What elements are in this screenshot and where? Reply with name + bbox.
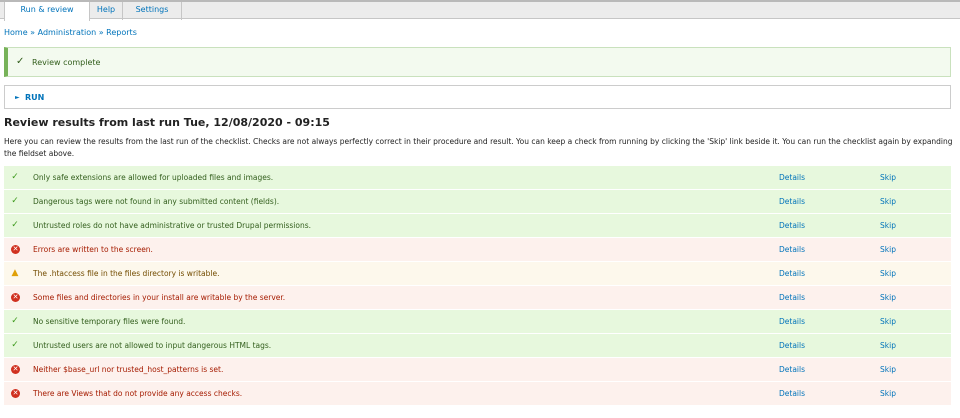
table-row: ▲ The .htaccess file in the files direct… xyxy=(4,262,951,286)
table-row: ✕ There are Views that do not provide an… xyxy=(4,382,951,406)
breadcrumb-reports[interactable]: Reports xyxy=(106,28,137,37)
row-message: No sensitive temporary files were found. xyxy=(33,317,186,326)
details-link[interactable]: Details xyxy=(779,197,805,206)
error-icon: ✕ xyxy=(11,365,20,374)
table-row: ✓ Dangerous tags were not found in any s… xyxy=(4,190,951,214)
details-link[interactable]: Details xyxy=(779,389,805,398)
skip-link[interactable]: Skip xyxy=(880,197,896,206)
details-link[interactable]: Details xyxy=(779,269,805,278)
row-message: There are Views that do not provide any … xyxy=(33,389,243,398)
breadcrumb-separator: » xyxy=(98,28,104,37)
tab-run-review[interactable]: Run & review xyxy=(4,2,90,21)
skip-link[interactable]: Skip xyxy=(880,317,896,326)
details-link[interactable]: Details xyxy=(779,365,805,374)
details-link[interactable]: Details xyxy=(779,293,805,302)
skip-link[interactable]: Skip xyxy=(880,341,896,350)
error-icon: ✕ xyxy=(11,389,20,398)
table-row: ✕ Some files and directories in your ins… xyxy=(4,286,951,310)
row-message: Only safe extensions are allowed for upl… xyxy=(33,173,274,182)
skip-link[interactable]: Skip xyxy=(880,293,896,302)
details-link[interactable]: Details xyxy=(779,245,805,254)
status-message: ✓ Review complete xyxy=(4,47,951,77)
row-message: Some files and directories in your insta… xyxy=(33,293,286,302)
skip-link[interactable]: Skip xyxy=(880,269,896,278)
skip-link[interactable]: Skip xyxy=(880,365,896,374)
check-icon: ✓ xyxy=(11,316,19,326)
row-message: Neither $base_url nor trusted_host_patte… xyxy=(33,365,224,374)
breadcrumb-home[interactable]: Home xyxy=(4,28,28,37)
check-icon: ✓ xyxy=(16,56,25,67)
results-table: ✓ Only safe extensions are allowed for u… xyxy=(4,166,951,406)
table-row: ✕ Errors are written to the screen. Deta… xyxy=(4,238,951,262)
row-message: Untrusted users are not allowed to input… xyxy=(33,341,272,350)
table-row: ✕ Neither $base_url nor trusted_host_pat… xyxy=(4,358,951,382)
check-icon: ✓ xyxy=(11,340,19,350)
error-icon: ✕ xyxy=(11,293,20,302)
tab-help[interactable]: Help xyxy=(90,2,123,20)
breadcrumb-administration[interactable]: Administration xyxy=(38,28,97,37)
table-row: ✓ Untrusted users are not allowed to inp… xyxy=(4,334,951,358)
skip-link[interactable]: Skip xyxy=(880,173,896,182)
breadcrumb-separator: » xyxy=(30,28,36,37)
details-link[interactable]: Details xyxy=(779,341,805,350)
skip-link[interactable]: Skip xyxy=(880,389,896,398)
error-icon: ✕ xyxy=(11,245,20,254)
warning-icon: ▲ xyxy=(11,268,19,278)
row-message: Untrusted roles do not have administrati… xyxy=(33,221,312,230)
details-link[interactable]: Details xyxy=(779,317,805,326)
status-message-text: Review complete xyxy=(32,58,101,67)
skip-link[interactable]: Skip xyxy=(880,221,896,230)
row-message: Dangerous tags were not found in any sub… xyxy=(33,197,280,206)
row-message: Errors are written to the screen. xyxy=(33,245,153,254)
table-row: ✓ No sensitive temporary files were foun… xyxy=(4,310,951,334)
page-description: Here you can review the results from the… xyxy=(4,137,953,158)
breadcrumb: Home » Administration » Reports xyxy=(4,28,137,37)
run-fieldset[interactable]: ► RUN xyxy=(4,85,951,109)
skip-link[interactable]: Skip xyxy=(880,245,896,254)
check-icon: ✓ xyxy=(11,196,19,206)
check-icon: ✓ xyxy=(11,220,19,230)
table-row: ✓ Untrusted roles do not have administra… xyxy=(4,214,951,238)
tab-settings[interactable]: Settings xyxy=(123,2,182,20)
triangle-right-icon: ► xyxy=(15,94,20,101)
page-title: Review results from last run Tue, 12/08/… xyxy=(4,116,330,129)
check-icon: ✓ xyxy=(11,172,19,182)
details-link[interactable]: Details xyxy=(779,221,805,230)
table-row: ✓ Only safe extensions are allowed for u… xyxy=(4,166,951,190)
run-fieldset-label[interactable]: RUN xyxy=(25,93,44,102)
tab-bar: Run & review Help Settings xyxy=(0,0,960,21)
details-link[interactable]: Details xyxy=(779,173,805,182)
row-message: The .htaccess file in the files director… xyxy=(33,269,220,278)
